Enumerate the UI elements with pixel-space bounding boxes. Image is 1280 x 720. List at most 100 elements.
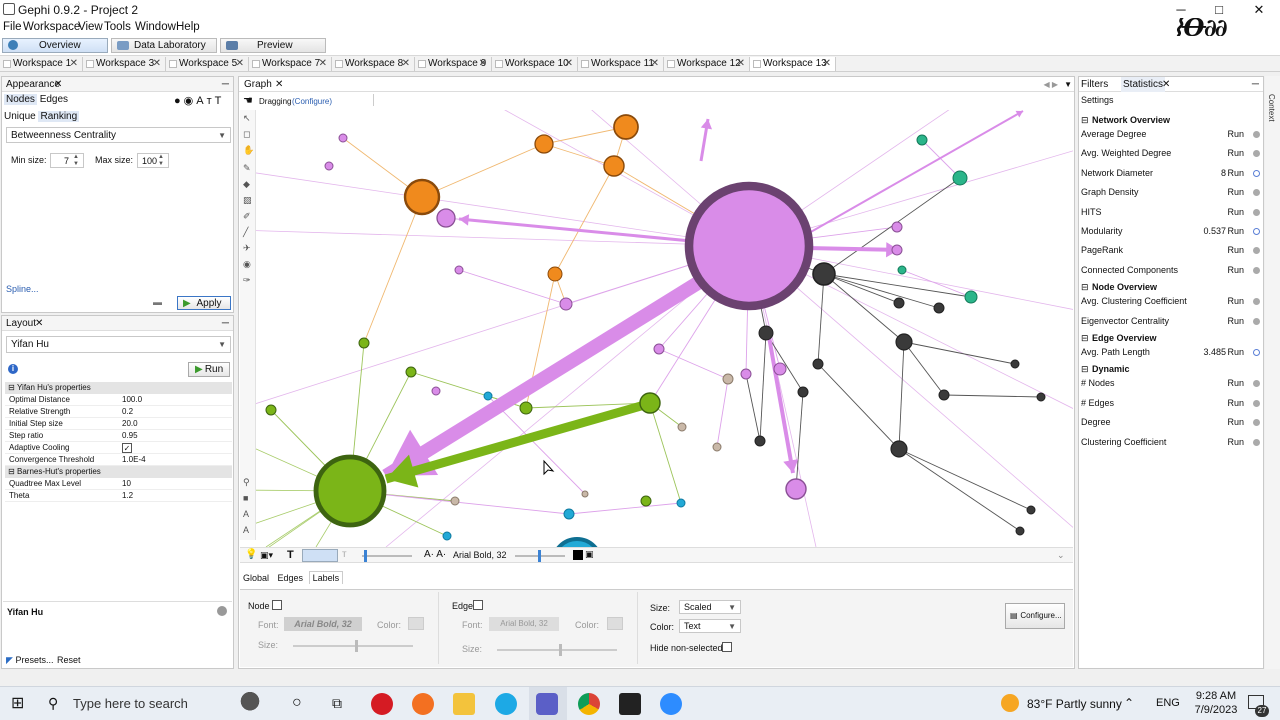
graph-node[interactable] [534, 134, 554, 154]
tab-workspace-1[interactable]: Workspace 1 ✕ [0, 57, 83, 71]
graph-node[interactable] [519, 401, 533, 415]
adaptive-cooling-checkbox[interactable]: ✓ [122, 443, 132, 453]
background-icon[interactable]: ■ [243, 493, 248, 503]
language-indicator[interactable]: ENG [1156, 697, 1180, 709]
painter-icon[interactable]: ▨ [243, 195, 252, 206]
cortana-icon[interactable]: ○ [292, 694, 302, 712]
graph-node[interactable] [897, 265, 907, 275]
tab-workspace-7[interactable]: Workspace 7 ✕ [249, 57, 332, 71]
graph-node[interactable] [613, 114, 639, 140]
run-statistic-button[interactable]: Run [1227, 241, 1244, 260]
graph-node[interactable] [559, 297, 573, 311]
graph-canvas[interactable] [256, 110, 1073, 547]
close-tab-icon[interactable]: ✕ [737, 57, 745, 71]
edge-scale-slider[interactable] [362, 550, 412, 562]
edge-labels-checkbox[interactable] [473, 600, 483, 610]
graph-node[interactable] [722, 373, 734, 385]
graph-node[interactable] [952, 170, 968, 186]
graph-node[interactable] [324, 161, 334, 171]
data-laboratory-button[interactable]: Data Laboratory [111, 38, 217, 53]
weather-icon[interactable] [1001, 694, 1019, 712]
hide-nonselected-checkbox[interactable] [722, 642, 732, 652]
graph-tab[interactable]: Graph [244, 77, 272, 92]
graph-node[interactable] [891, 244, 903, 256]
report-info-icon[interactable] [1253, 169, 1260, 177]
taskbar-search-input[interactable]: Type here to search [73, 696, 188, 711]
node-size-slider[interactable] [293, 640, 413, 652]
run-statistic-button[interactable]: Run [1227, 343, 1244, 362]
drag-icon[interactable]: ✋ [243, 145, 254, 156]
font-icon[interactable]: A· A· [424, 549, 446, 560]
tab-workspace-11[interactable]: Workspace 11 ✕ [578, 57, 664, 71]
gephi-taskbar-icon[interactable] [619, 693, 641, 715]
lightbulb-icon[interactable]: 💡 [245, 549, 257, 560]
graph-node[interactable] [640, 495, 652, 507]
heatmap-icon[interactable]: ╱ [243, 227, 248, 238]
close-statistics-icon[interactable]: ✕ [1162, 77, 1170, 92]
edge-color-swatch[interactable] [607, 617, 623, 630]
label-color-config-icon[interactable]: ▣ [585, 549, 594, 560]
run-statistic-button[interactable]: Run [1227, 144, 1244, 163]
maximize-button[interactable]: □ [1200, 0, 1238, 20]
tab-workspace-8[interactable]: Workspace 8 ✕ [332, 57, 415, 71]
spline-link[interactable]: Spline... [6, 284, 39, 294]
min-size-spinner[interactable]: 7 ▲ ▼ [50, 153, 84, 168]
graph-node[interactable] [405, 366, 417, 378]
pencil-icon[interactable]: ✎ [243, 163, 251, 174]
close-tab-icon[interactable]: ✕ [153, 57, 161, 71]
tab-workspace-13[interactable]: Workspace 13 ✕ [750, 57, 836, 71]
menu-view[interactable]: View [78, 21, 103, 33]
property-row[interactable]: Convergence Threshold 1.0E-4 [5, 454, 232, 466]
property-value[interactable]: 1.2 [122, 490, 133, 502]
close-graph-icon[interactable]: ✕ [275, 77, 283, 92]
tab-workspace-9[interactable]: Workspace 9 ✕ [415, 57, 492, 71]
screenshot-icon[interactable]: ▣▾ [260, 550, 273, 561]
slider-thumb[interactable] [364, 550, 367, 562]
graph-node[interactable] [773, 362, 787, 376]
collapse-icon[interactable]: ⊟ [8, 466, 15, 478]
node-font-button[interactable]: Arial Bold, 32 [284, 617, 362, 631]
run-statistic-button[interactable]: Run [1227, 125, 1244, 144]
tab-unique[interactable]: Unique [4, 111, 36, 122]
tab-ranking[interactable]: Ranking [38, 111, 80, 122]
run-statistic-button[interactable]: Run [1227, 433, 1244, 452]
overview-perspective-button[interactable]: Overview [2, 38, 108, 53]
run-statistic-button[interactable]: Run [1227, 413, 1244, 432]
teams-icon[interactable] [536, 693, 558, 715]
label-size-icon[interactable]: ᴛ [342, 549, 347, 560]
graph-node[interactable] [812, 262, 836, 286]
color-palette-icon[interactable]: ● [174, 95, 184, 107]
menu-help[interactable]: Help [176, 21, 200, 33]
node-pencil-icon[interactable]: ✑ [243, 275, 251, 286]
menu-file[interactable]: File [3, 21, 22, 33]
color-mode-select[interactable]: Text ▼ [679, 619, 741, 633]
graph-node[interactable] [358, 337, 370, 349]
graph-node[interactable] [812, 358, 824, 370]
label-color-icon[interactable]: A [196, 95, 206, 107]
graph-node[interactable] [436, 208, 456, 228]
run-layout-button[interactable]: ▶ Run [188, 362, 230, 377]
graph-node[interactable] [553, 537, 601, 547]
graph-node[interactable] [313, 454, 387, 528]
size-mode-select[interactable]: Scaled ▼ [679, 600, 741, 614]
label-mode-toggle[interactable] [302, 549, 338, 562]
graph-node[interactable] [758, 325, 774, 341]
graph-node[interactable] [1010, 359, 1020, 369]
close-tab-icon[interactable]: ✕ [823, 57, 831, 71]
property-row[interactable]: Optimal Distance 100.0 [5, 394, 232, 406]
minimize-panel-icon[interactable]: ─ [1252, 77, 1259, 92]
report-info-icon[interactable] [1253, 349, 1260, 356]
run-statistic-button[interactable]: Run [1227, 164, 1244, 183]
graph-node[interactable] [442, 531, 452, 541]
tab-statistics[interactable]: Statistics [1121, 77, 1166, 92]
close-appearance-icon[interactable]: ✕ [54, 77, 62, 92]
firefox-icon[interactable] [412, 693, 434, 715]
graph-node[interactable] [890, 440, 908, 458]
graph-node[interactable] [603, 155, 625, 177]
dropdown-icon[interactable]: ▼ [1064, 77, 1072, 92]
graph-node[interactable] [933, 302, 945, 314]
run-statistic-button[interactable]: Run [1227, 394, 1244, 413]
diff-icon[interactable]: ◉ [243, 259, 251, 270]
close-tab-icon[interactable]: ✕ [236, 57, 244, 71]
tab-workspace-12[interactable]: Workspace 12 ✕ [664, 57, 750, 71]
